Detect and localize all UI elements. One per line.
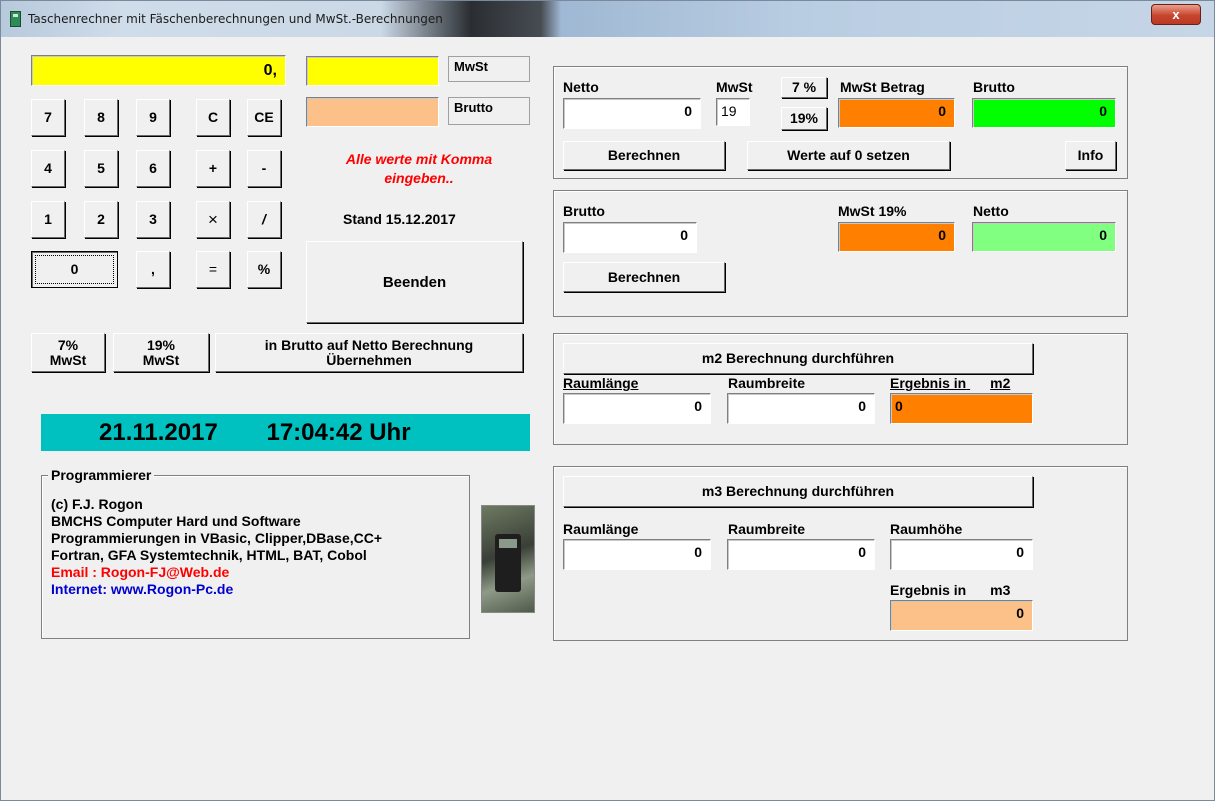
m2-breite-input[interactable]: 0 bbox=[727, 393, 875, 424]
berechnen-brutto-button[interactable]: Berechnen bbox=[563, 262, 725, 292]
calculator-display[interactable]: 0, bbox=[31, 55, 286, 86]
programmer-group: Programmierer (c) F.J. Rogon BMCHS Compu… bbox=[41, 467, 470, 639]
key-0[interactable]: 0 bbox=[31, 251, 118, 288]
mwst-label: MwSt bbox=[716, 79, 753, 95]
netto-label: Netto bbox=[563, 79, 599, 95]
reset-button[interactable]: Werte auf 0 setzen bbox=[747, 141, 950, 170]
client-area: 0, 7 8 9 C CE 4 5 6 + - 1 2 3 × / 0 , = … bbox=[9, 37, 1206, 792]
calculator-photo bbox=[481, 505, 535, 613]
m3-ergebnis-label: Ergebnis in m3 bbox=[890, 582, 1010, 598]
app-icon bbox=[10, 11, 21, 27]
brutto-input[interactable]: 0 bbox=[563, 222, 697, 253]
key-8[interactable]: 8 bbox=[84, 99, 118, 136]
programmer-text: (c) F.J. Rogon BMCHS Computer Hard und S… bbox=[51, 496, 382, 598]
credit-line: BMCHS Computer Hard und Software bbox=[51, 513, 301, 529]
mwst-result-field bbox=[306, 56, 439, 86]
window-title: Taschenrechner mit Fäschenberechnungen u… bbox=[28, 12, 443, 26]
internet-line[interactable]: Internet: www.Rogon-Pc.de bbox=[51, 581, 382, 598]
m2-laenge-label: Raumlänge bbox=[563, 375, 639, 391]
key-6[interactable]: 6 bbox=[136, 150, 170, 187]
brutto-output: 0 bbox=[972, 98, 1116, 128]
m3-ergebnis-output: 0 bbox=[890, 600, 1033, 631]
netto-label: Netto bbox=[973, 203, 1009, 219]
m2-ergebnis-label: Ergebnis in m2 bbox=[890, 375, 1010, 391]
netto-output: 0 bbox=[972, 222, 1116, 252]
credit-line: (c) F.J. Rogon bbox=[51, 496, 143, 512]
key-7[interactable]: 7 bbox=[31, 99, 65, 136]
m3-breite-label: Raumbreite bbox=[728, 521, 806, 537]
key-3[interactable]: 3 bbox=[136, 201, 170, 238]
berechnen-netto-button[interactable]: Berechnen bbox=[563, 141, 725, 170]
m3-hoehe-input[interactable]: 0 bbox=[890, 539, 1033, 570]
clock-display: 21.11.2017 17:04:42 Uhr bbox=[41, 414, 530, 451]
m3-laenge-input[interactable]: 0 bbox=[563, 539, 711, 570]
programmer-legend: Programmierer bbox=[48, 467, 155, 483]
clock-time: 17:04:42 Uhr bbox=[266, 419, 411, 446]
m2-ergebnis-output: 0 bbox=[890, 393, 1033, 424]
close-button[interactable]: x bbox=[1151, 4, 1201, 25]
m3-unit: m3 bbox=[990, 582, 1011, 598]
key-1[interactable]: 1 bbox=[31, 201, 65, 238]
key-divide[interactable]: / bbox=[247, 201, 281, 238]
brutto-result-label: Brutto bbox=[448, 97, 530, 125]
credit-line: Programmierungen in VBasic, Clipper,DBas… bbox=[51, 530, 383, 546]
m3-laenge-label: Raumlänge bbox=[563, 521, 639, 537]
key-9[interactable]: 9 bbox=[136, 99, 170, 136]
mwst-19-label: MwSt 19% bbox=[838, 203, 907, 219]
info-button[interactable]: Info bbox=[1065, 141, 1116, 170]
clock-date: 21.11.2017 bbox=[99, 419, 218, 446]
m3-breite-input[interactable]: 0 bbox=[727, 539, 875, 570]
app-window: Taschenrechner mit Fäschenberechnungen u… bbox=[0, 0, 1215, 801]
m2-calc-button[interactable]: m2 Berechnung durchführen bbox=[563, 343, 1033, 374]
key-5[interactable]: 5 bbox=[84, 150, 118, 187]
stand-date: Stand 15.12.2017 bbox=[343, 211, 456, 227]
key-2[interactable]: 2 bbox=[84, 201, 118, 238]
email-line[interactable]: Email : Rogon-FJ@Web.de bbox=[51, 564, 382, 581]
mwst-rate-input[interactable]: 19 bbox=[716, 98, 750, 126]
key-equals[interactable]: = bbox=[196, 251, 230, 288]
rate-7-button[interactable]: 7 % bbox=[781, 77, 827, 98]
key-plus[interactable]: + bbox=[196, 150, 230, 187]
m3-hoehe-label: Raumhöhe bbox=[890, 521, 963, 537]
m2-ergebnis-text: Ergebnis in bbox=[890, 375, 967, 391]
mwst-result-label: MwSt bbox=[448, 56, 530, 82]
brutto-label: Brutto bbox=[973, 79, 1015, 95]
key-clear-entry[interactable]: CE bbox=[247, 99, 281, 136]
comma-hint: Alle werte mit Komma eingeben.. bbox=[345, 151, 493, 186]
key-clear[interactable]: C bbox=[196, 99, 230, 136]
netto-panel: Netto 0 MwSt 19 7 % 19% MwSt Betrag 0 Br… bbox=[553, 66, 1128, 179]
key-multiply[interactable]: × bbox=[196, 201, 230, 238]
key-comma[interactable]: , bbox=[136, 251, 170, 288]
mwst-7-button[interactable]: 7% MwSt bbox=[31, 333, 105, 372]
title-bar[interactable]: Taschenrechner mit Fäschenberechnungen u… bbox=[1, 1, 1214, 37]
brutto-label: Brutto bbox=[563, 203, 605, 219]
key-percent[interactable]: % bbox=[247, 251, 281, 288]
mwst-19-button[interactable]: 19% MwSt bbox=[113, 333, 209, 372]
mwst-19-output: 0 bbox=[838, 222, 955, 252]
m2-unit: m2 bbox=[990, 375, 1011, 391]
m2-panel: m2 Berechnung durchführen Raumlänge 0 Ra… bbox=[553, 333, 1128, 445]
m3-panel: m3 Berechnung durchführen Raumlänge 0 Ra… bbox=[553, 466, 1128, 641]
credit-line: Fortran, GFA Systemtechnik, HTML, BAT, C… bbox=[51, 547, 367, 563]
m3-calc-button[interactable]: m3 Berechnung durchführen bbox=[563, 476, 1033, 507]
key-minus[interactable]: - bbox=[247, 150, 281, 187]
key-4[interactable]: 4 bbox=[31, 150, 65, 187]
mwst-betrag-output: 0 bbox=[838, 98, 955, 128]
m3-ergebnis-text: Ergebnis in bbox=[890, 582, 967, 598]
beenden-button[interactable]: Beenden bbox=[306, 241, 523, 323]
m2-laenge-input[interactable]: 0 bbox=[563, 393, 711, 424]
netto-input[interactable]: 0 bbox=[563, 98, 701, 129]
transfer-button[interactable]: in Brutto auf Netto Berechnung Übernehme… bbox=[215, 333, 523, 372]
brutto-panel: Brutto 0 MwSt 19% 0 Netto 0 Berechnen bbox=[553, 190, 1128, 317]
m2-breite-label: Raumbreite bbox=[728, 375, 806, 391]
mwst-betrag-label: MwSt Betrag bbox=[840, 79, 925, 95]
rate-19-button[interactable]: 19% bbox=[781, 107, 827, 130]
brutto-result-field bbox=[306, 97, 439, 127]
